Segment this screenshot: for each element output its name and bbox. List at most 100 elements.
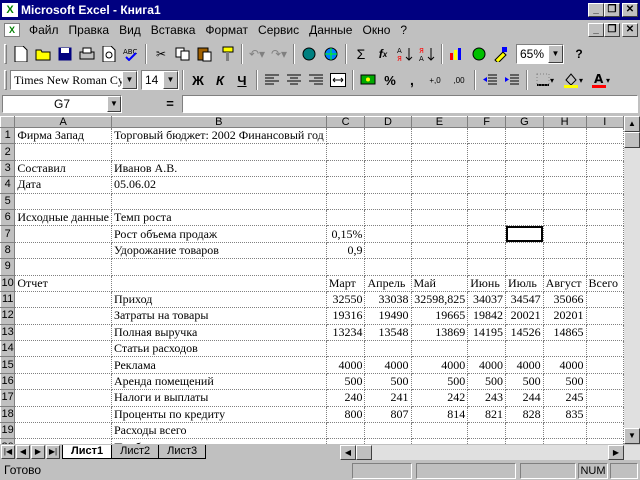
cell-a3[interactable]: Составил	[14, 160, 112, 178]
cell-a6[interactable]: Исходные данные	[14, 209, 112, 227]
cell-e7[interactable]	[411, 225, 469, 243]
column-header-f[interactable]: F	[467, 116, 507, 128]
row-header[interactable]: 12	[0, 307, 16, 325]
cut-icon[interactable]: ✂	[150, 43, 172, 65]
cell-b16[interactable]: Аренда помещений	[111, 373, 327, 391]
cell-d5[interactable]	[364, 193, 412, 210]
underline-button[interactable]: Ч	[231, 69, 253, 91]
map-icon[interactable]	[468, 43, 490, 65]
cell-c17[interactable]: 240	[326, 389, 366, 407]
cell-f9[interactable]	[467, 258, 507, 276]
cell-e6[interactable]	[411, 209, 469, 227]
last-sheet-button[interactable]: ▶|	[46, 445, 60, 459]
cell-h17[interactable]: 245	[543, 389, 587, 407]
cell-i17[interactable]	[586, 389, 624, 407]
decrease-decimal-button[interactable]: ,00	[447, 69, 471, 91]
decrease-indent-icon[interactable]	[479, 69, 501, 91]
chevron-down-icon[interactable]: ▼	[548, 45, 563, 63]
cell-g11[interactable]: 34547	[505, 291, 544, 309]
row-header[interactable]: 2	[0, 143, 16, 161]
cell-c15[interactable]: 4000	[326, 356, 366, 374]
bold-button[interactable]: Ж	[187, 69, 209, 91]
row-header[interactable]: 18	[0, 405, 16, 424]
cell-c4[interactable]	[326, 176, 366, 194]
cell-h15[interactable]: 4000	[543, 356, 587, 374]
cell-g9[interactable]	[505, 258, 544, 276]
cell-h5[interactable]	[543, 193, 587, 210]
cell-d6[interactable]	[364, 209, 412, 227]
cell-c1[interactable]	[326, 127, 366, 145]
chart-wizard-icon[interactable]	[446, 43, 468, 65]
sheet-tab-1[interactable]: Лист1	[62, 445, 113, 459]
cell-d3[interactable]	[364, 160, 412, 178]
maximize-button[interactable]: ❐	[604, 3, 620, 17]
cell-a18[interactable]	[14, 406, 112, 424]
menu-help[interactable]: ?	[395, 21, 412, 39]
menu-edit[interactable]: Правка	[64, 21, 115, 39]
cell-f15[interactable]: 4000	[467, 356, 507, 374]
cell-d1[interactable]	[364, 127, 412, 145]
cell-h11[interactable]: 35066	[543, 291, 587, 309]
doc-close-button[interactable]: ✕	[622, 23, 638, 37]
scroll-thumb[interactable]	[624, 132, 640, 148]
cell-d18[interactable]: 807	[364, 406, 412, 424]
cell-e4[interactable]	[411, 176, 469, 194]
cell-h18[interactable]: 835	[543, 406, 587, 424]
cell-g14[interactable]	[505, 340, 544, 358]
cell-a8[interactable]	[14, 242, 112, 260]
cell-g2[interactable]	[505, 143, 544, 161]
cell-e10[interactable]: Май	[411, 275, 469, 292]
first-sheet-button[interactable]: |◀	[1, 445, 15, 459]
cell-i19[interactable]	[586, 422, 624, 440]
cell-h8[interactable]	[543, 242, 587, 260]
cell-i18[interactable]	[586, 406, 624, 424]
cell-d9[interactable]	[364, 258, 412, 276]
cell-d15[interactable]: 4000	[364, 356, 412, 374]
cell-a4[interactable]: Дата	[14, 176, 112, 194]
row-header[interactable]: 7	[0, 225, 16, 243]
vertical-scrollbar[interactable]: ▲ ▼	[624, 116, 640, 444]
row-header[interactable]: 5	[0, 192, 16, 210]
redo-icon[interactable]: ↷▾	[268, 43, 290, 65]
scroll-left-button[interactable]: ◀	[340, 445, 356, 460]
cell-h16[interactable]: 500	[543, 373, 587, 391]
cell-h1[interactable]	[543, 127, 587, 145]
cell-b17[interactable]: Налоги и выплаты	[111, 389, 327, 407]
cell-c5[interactable]	[326, 193, 366, 210]
undo-icon[interactable]: ↶▾	[246, 43, 268, 65]
cell-b2[interactable]	[111, 143, 327, 161]
cell-d17[interactable]: 241	[364, 389, 412, 407]
menu-insert[interactable]: Вставка	[146, 21, 201, 39]
workbook-icon[interactable]: X	[4, 23, 20, 37]
cell-i8[interactable]	[586, 242, 624, 260]
cell-a16[interactable]	[14, 373, 112, 391]
cell-f5[interactable]	[467, 193, 507, 210]
cell-b11[interactable]: Приход	[111, 291, 327, 309]
cell-h14[interactable]	[543, 340, 587, 358]
borders-icon[interactable]: ▾	[531, 69, 559, 91]
cell-f19[interactable]	[467, 422, 507, 440]
scroll-down-button[interactable]: ▼	[624, 428, 640, 444]
office-assistant-icon[interactable]: ?	[568, 43, 590, 65]
menu-file[interactable]: Файл	[24, 21, 64, 39]
cell-f6[interactable]	[467, 209, 507, 227]
merge-center-icon[interactable]	[327, 69, 349, 91]
cell-h3[interactable]	[543, 160, 587, 178]
column-header-a[interactable]: A	[14, 116, 112, 128]
cell-c16[interactable]: 500	[326, 373, 366, 391]
cell-f18[interactable]: 821	[467, 406, 507, 424]
cell-a11[interactable]	[14, 291, 112, 309]
cell-a7[interactable]	[14, 225, 112, 243]
row-header[interactable]: 15	[0, 356, 16, 374]
hyperlink-icon[interactable]	[298, 43, 320, 65]
cell-g8[interactable]	[505, 242, 544, 260]
menu-format[interactable]: Формат	[200, 21, 253, 39]
cell-i10[interactable]: Всего	[586, 275, 624, 292]
cell-b10[interactable]	[111, 275, 327, 292]
cell-a19[interactable]	[14, 422, 112, 440]
autosum-icon[interactable]: Σ	[350, 43, 372, 65]
cell-d4[interactable]	[364, 176, 412, 194]
new-icon[interactable]	[10, 43, 32, 65]
sort-ascending-icon[interactable]: AЯ	[394, 43, 416, 65]
cell-f12[interactable]: 19842	[467, 307, 507, 325]
